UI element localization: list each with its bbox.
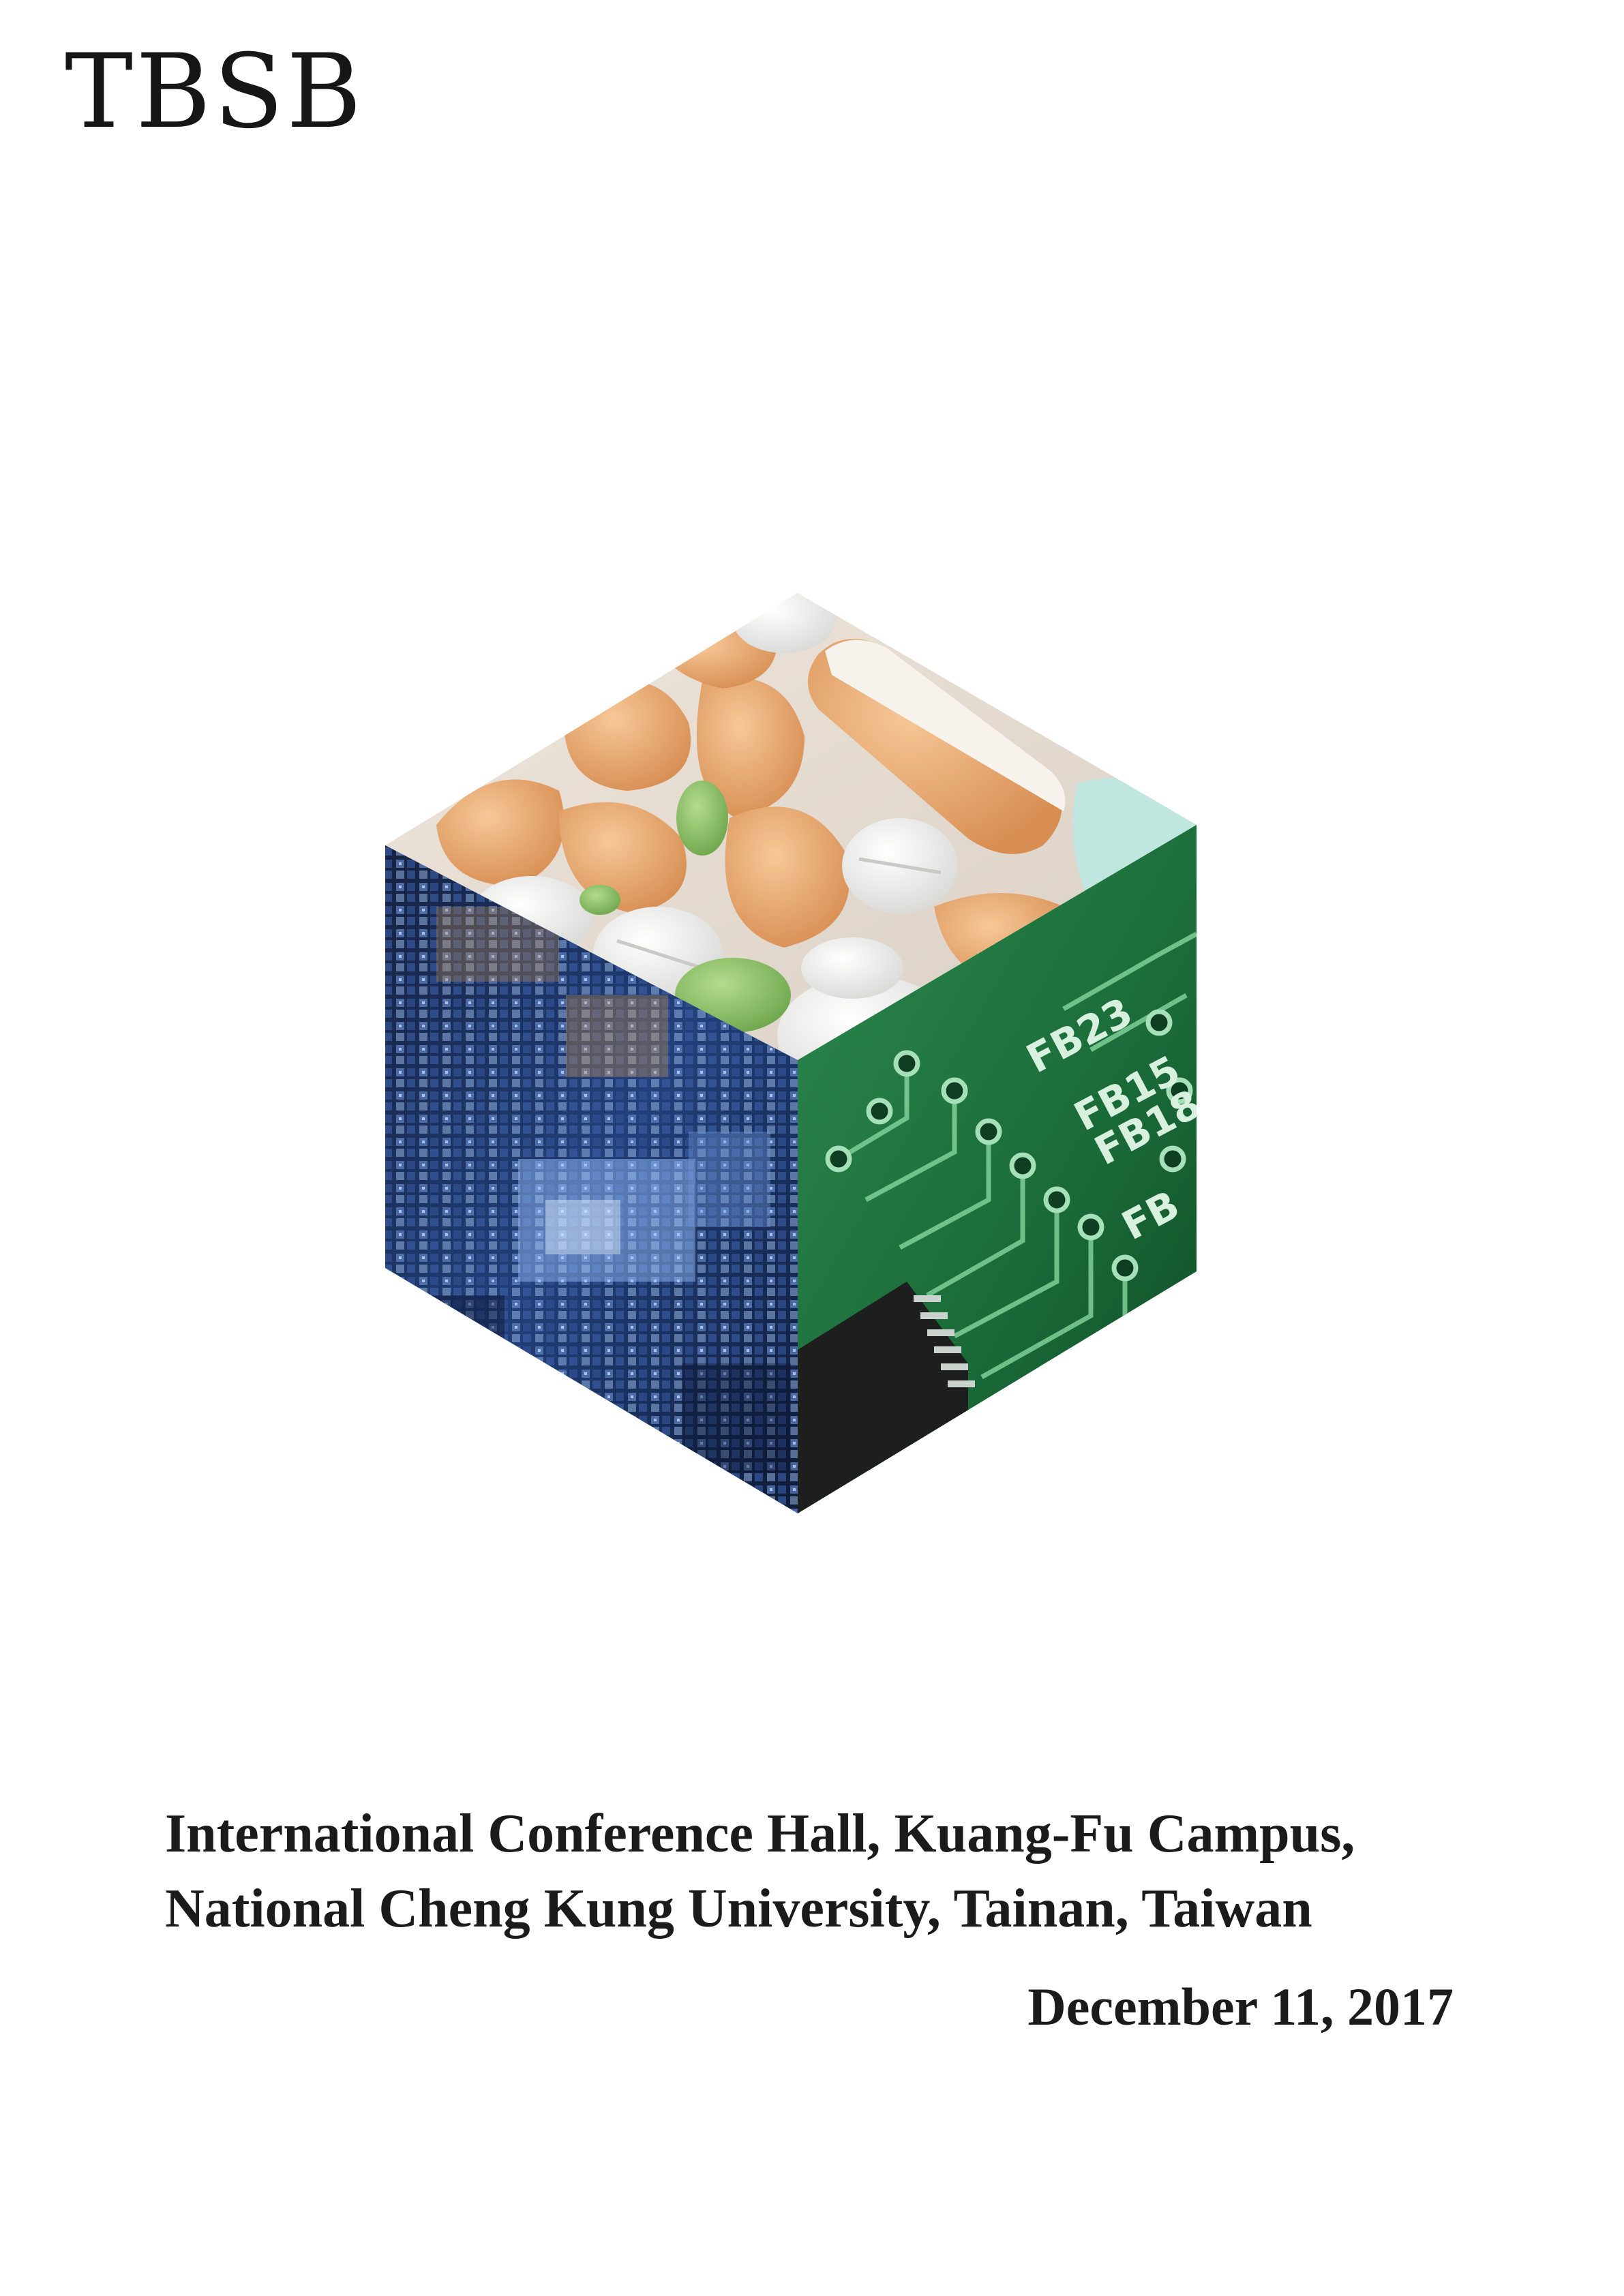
hexagonal-cube-collage-icon: FB23 FB15 FB18 FB	[385, 593, 1197, 1513]
venue-line-1: International Conference Hall, Kuang-Fu …	[165, 1804, 1355, 1864]
event-date: December 11, 2017	[1027, 1977, 1454, 2036]
venue-address: International Conference Hall, Kuang-Fu …	[165, 1796, 1355, 1946]
cover-page: TBSB FB23 FB15 FB18 FB International Con…	[0, 0, 1624, 2296]
venue-line-2: National Cheng Kung University, Tainan, …	[165, 1879, 1312, 1939]
